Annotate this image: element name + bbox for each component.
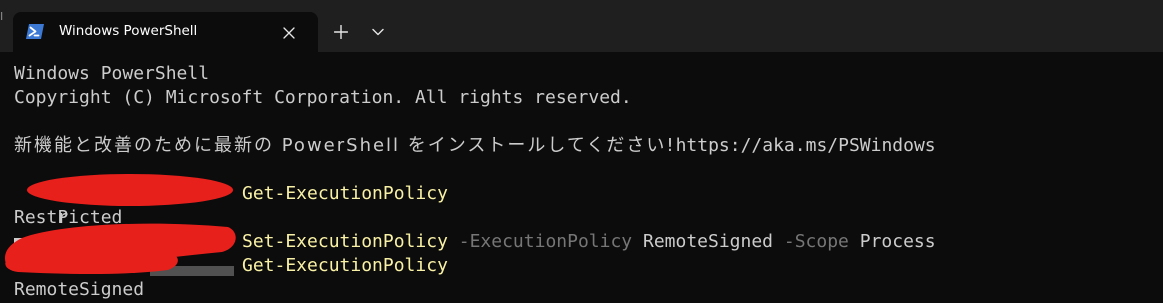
tab-close-button[interactable] [276, 20, 302, 46]
new-tab-button[interactable] [328, 18, 354, 46]
tab-windows-powershell[interactable]: Windows PowerShell [13, 12, 318, 52]
terminal-output[interactable]: Windows PowerShell Copyright (C) Microso… [0, 52, 1163, 303]
redaction-marks [4, 174, 236, 274]
title-bar: I Windows PowerShell [0, 0, 1163, 52]
redaction-mark-3 [5, 248, 178, 274]
redaction-mark-1 [27, 174, 233, 206]
window-edge-glyph: I [0, 10, 4, 23]
tab-dropdown-button[interactable] [366, 18, 390, 46]
chevron-down-icon [372, 28, 384, 36]
close-icon [283, 27, 295, 39]
plus-icon [334, 25, 348, 39]
powershell-icon [25, 23, 45, 40]
tab-title: Windows PowerShell [59, 23, 198, 39]
